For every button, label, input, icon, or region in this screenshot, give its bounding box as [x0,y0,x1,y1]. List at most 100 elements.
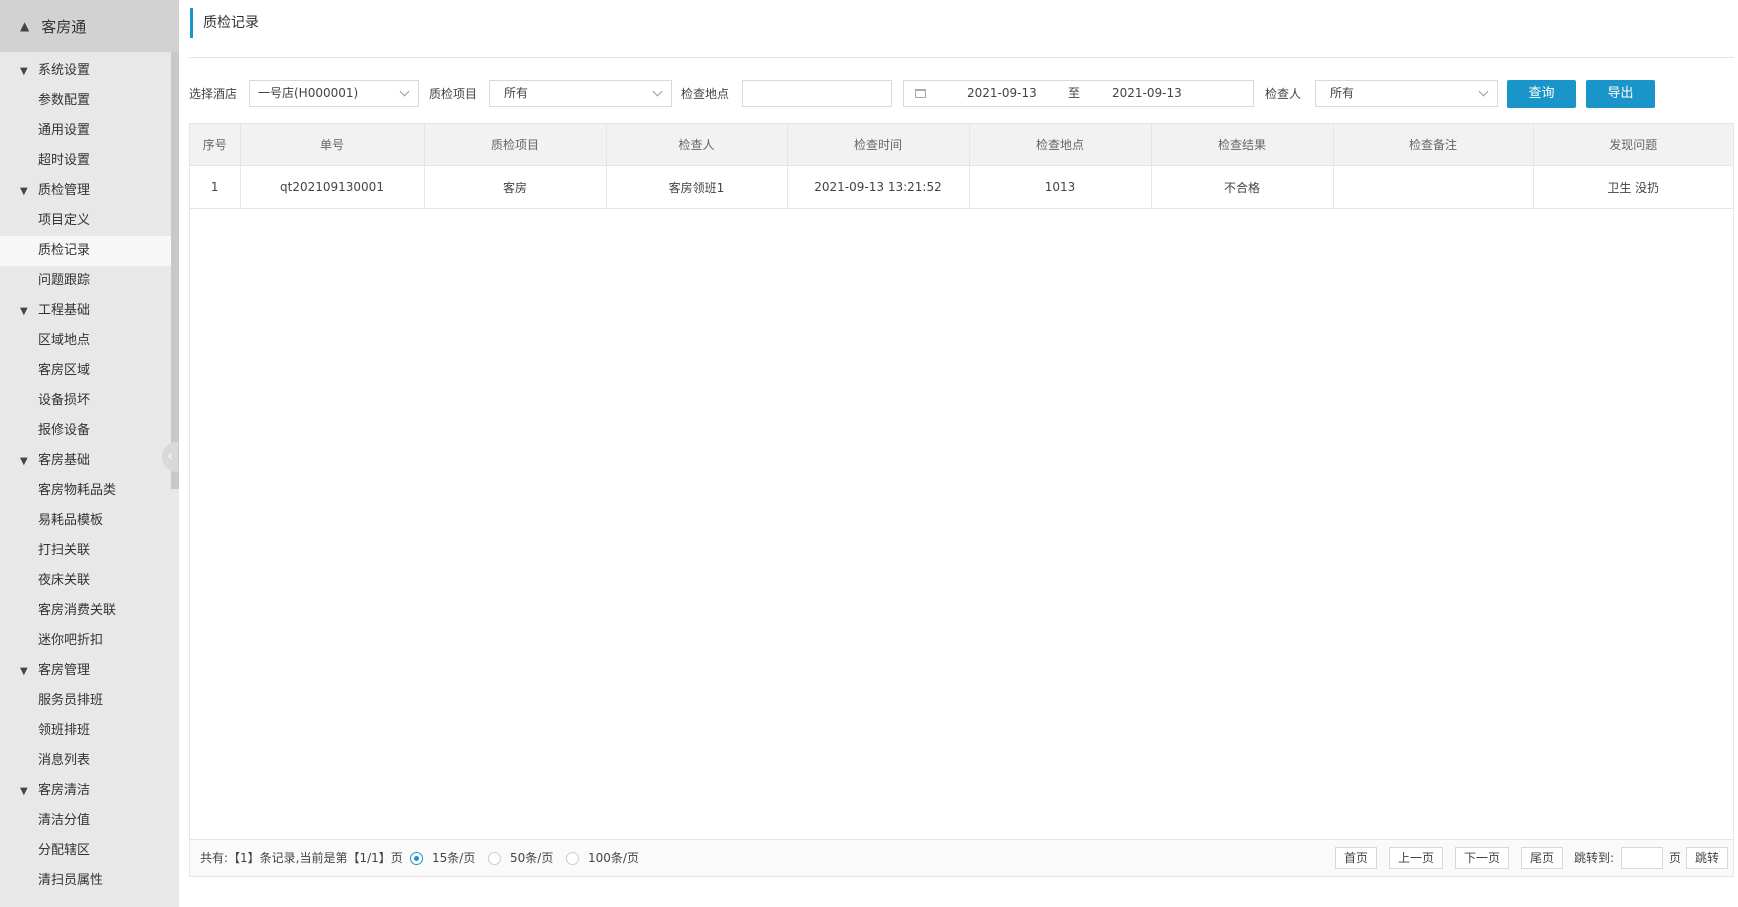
item-label: 质检项目 [429,87,478,101]
sidebar-item-assign-district[interactable]: 分配辖区 [0,836,171,866]
jump-button[interactable]: 跳转 [1686,847,1728,869]
page-size-100-radio[interactable] [566,852,579,865]
table-cell: 1013 [969,165,1152,209]
pagination-summary: 共有:【1】条记录,当前是第【1/1】页 [200,851,403,865]
jump-label: 跳转到: [1574,851,1615,865]
sidebar-item-turndown-link[interactable]: 夜床关联 [0,566,171,596]
column-header[interactable]: 序号 [190,124,241,166]
sidebar-item-supervisor-schedule[interactable]: 领班排班 [0,716,171,746]
sidebar-group-room-basic[interactable]: ▼ 客房基础 [0,446,171,476]
sidebar-scrollbar[interactable] [171,52,179,489]
sidebar-item-item-define[interactable]: 项目定义 [0,206,171,236]
sidebar-item-minibar-discount[interactable]: 迷你吧折扣 [0,626,171,656]
date-to: 2021-09-13 [1112,86,1182,100]
main-content: 质检记录 选择酒店 一号店(H000001) 质检项目 所有 检查地点 2021… [179,0,1738,907]
caret-down-icon: ▼ [20,786,28,797]
page-size-100-label[interactable]: 100条/页 [588,840,639,876]
page-size-50-radio[interactable] [488,852,501,865]
table-cell: 卫生 没扔 [1533,165,1733,209]
location-label: 检查地点 [681,87,730,101]
column-header[interactable]: 检查时间 [787,124,970,166]
sidebar-item-area-location[interactable]: 区域地点 [0,326,171,356]
sidebar-item-general[interactable]: 通用设置 [0,116,171,146]
page-size-50-label[interactable]: 50条/页 [510,840,553,876]
page-title: 质检记录 [190,8,259,38]
item-select[interactable]: 所有 [489,80,672,107]
sidebar-header[interactable]: ▲ 客房通 [0,0,179,52]
sidebar-item-cleaning-score[interactable]: 清洁分值 [0,806,171,836]
sidebar-item-issue-tracking[interactable]: 问题跟踪 [0,266,171,296]
column-header[interactable]: 检查人 [606,124,788,166]
sidebar-item-room-consumption-link[interactable]: 客房消费关联 [0,596,171,626]
records-table: 序号 单号 质检项目 检查人 检查时间 检查地点 检查结果 检查备注 发现问题 … [189,123,1734,877]
chevron-down-icon [1478,86,1489,97]
pagination-bar: 共有:【1】条记录,当前是第【1/1】页 15条/页 50条/页 100条/页 … [190,839,1733,876]
column-header[interactable]: 单号 [240,124,425,166]
inspector-select[interactable]: 所有 [1315,80,1498,107]
sidebar-item-repair-equipment[interactable]: 报修设备 [0,416,171,446]
sidebar-item-consumables-template[interactable]: 易耗品模板 [0,506,171,536]
chevron-down-icon [652,86,663,97]
prev-page-button[interactable]: 上一页 [1389,847,1443,869]
caret-down-icon: ▼ [20,66,28,77]
sidebar-item-message-list[interactable]: 消息列表 [0,746,171,776]
table-cell: qt202109130001 [240,165,425,209]
title-divider [189,57,1734,58]
column-header[interactable]: 检查备注 [1333,124,1534,166]
calendar-icon [915,89,926,98]
location-input[interactable] [742,80,892,107]
first-page-button[interactable]: 首页 [1335,847,1377,869]
app-title: 客房通 [41,17,87,36]
sidebar-item-quality-records[interactable]: 质检记录 [0,236,171,266]
date-range-input[interactable]: 2021-09-13 至 2021-09-13 [903,80,1254,107]
home-icon: ▲ [20,19,30,33]
export-button[interactable]: 导出 [1586,80,1655,108]
table-cell [1333,165,1534,209]
sidebar-group-quality[interactable]: ▼ 质检管理 [0,176,171,206]
date-separator: 至 [1068,86,1081,100]
sidebar-group-room-management[interactable]: ▼ 客房管理 [0,656,171,686]
sidebar-item-timeout[interactable]: 超时设置 [0,146,171,176]
sidebar-item-cleaning-link[interactable]: 打扫关联 [0,536,171,566]
table-cell: 不合格 [1151,165,1334,209]
caret-down-icon: ▼ [20,306,28,317]
inspector-label: 检查人 [1265,87,1302,101]
page-size-15-label[interactable]: 15条/页 [432,840,475,876]
date-from: 2021-09-13 [967,86,1037,100]
table-cell: 客房 [424,165,607,209]
sidebar-item-equipment-damage[interactable]: 设备损坏 [0,386,171,416]
query-button[interactable]: 查询 [1507,80,1576,108]
sidebar: ▲ 客房通 ▼ 系统设置 参数配置 通用设置 超时设置 ▼ 质检管理 项目定义 质检… [0,0,179,907]
chevron-down-icon [399,86,410,97]
sidebar-item-attendant-schedule[interactable]: 服务员排班 [0,686,171,716]
sidebar-group-room-cleaning[interactable]: ▼ 客房清洁 [0,776,171,806]
last-page-button[interactable]: 尾页 [1521,847,1563,869]
sidebar-group-engineering[interactable]: ▼ 工程基础 [0,296,171,326]
jump-page-input[interactable] [1621,847,1663,869]
sidebar-group-system[interactable]: ▼ 系统设置 [0,56,171,86]
caret-down-icon: ▼ [20,456,28,467]
sidebar-menu: ▼ 系统设置 参数配置 通用设置 超时设置 ▼ 质检管理 项目定义 质检记录 问题跟… [0,52,171,896]
column-header[interactable]: 发现问题 [1533,124,1733,166]
filter-bar: 选择酒店 一号店(H000001) 质检项目 所有 检查地点 2021-09-1… [189,79,1738,109]
next-page-button[interactable]: 下一页 [1455,847,1509,869]
sidebar-item-params[interactable]: 参数配置 [0,86,171,116]
caret-down-icon: ▼ [20,186,28,197]
table-row[interactable]: 1 qt202109130001 客房 客房领班1 2021-09-13 13:… [190,165,1733,209]
sidebar-item-room-area[interactable]: 客房区域 [0,356,171,386]
caret-down-icon: ▼ [20,666,28,677]
table-cell: 1 [190,165,241,209]
page-size-15-radio[interactable] [410,852,423,865]
table-cell: 2021-09-13 13:21:52 [787,165,970,209]
records-grid: 序号 单号 质检项目 检查人 检查时间 检查地点 检查结果 检查备注 发现问题 … [190,124,1733,209]
table-header-row: 序号 单号 质检项目 检查人 检查时间 检查地点 检查结果 检查备注 发现问题 [190,124,1733,166]
column-header[interactable]: 质检项目 [424,124,607,166]
page-unit-label: 页 [1669,851,1682,865]
table-cell: 客房领班1 [606,165,788,209]
hotel-label: 选择酒店 [189,87,238,101]
column-header[interactable]: 检查地点 [969,124,1152,166]
sidebar-item-room-supplies[interactable]: 客房物耗品类 [0,476,171,506]
hotel-select[interactable]: 一号店(H000001) [249,80,419,107]
sidebar-item-cleaner-attributes[interactable]: 清扫员属性 [0,866,171,896]
column-header[interactable]: 检查结果 [1151,124,1334,166]
